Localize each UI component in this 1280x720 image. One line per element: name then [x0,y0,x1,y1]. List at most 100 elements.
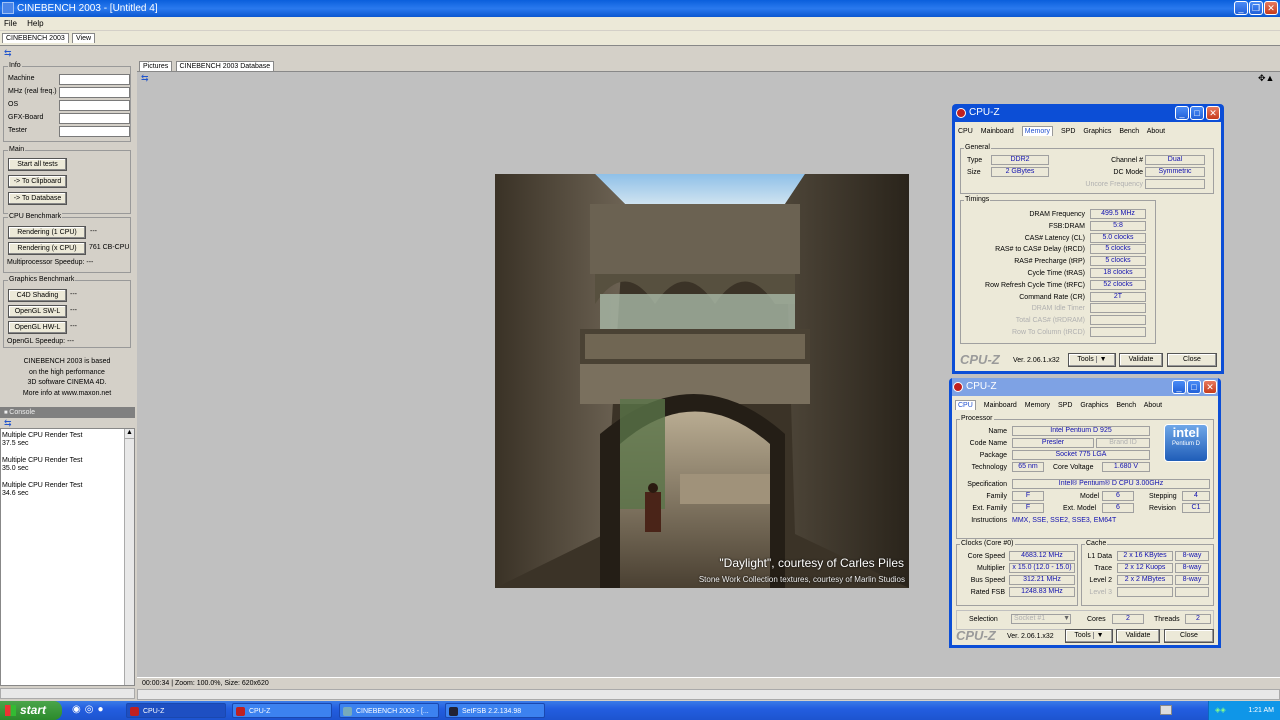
tab-spd[interactable]: SPD [1061,128,1075,135]
graphics-benchmark-group: Graphics Benchmark C4D Shading --- OpenG… [3,276,131,348]
console-entry-title: Multiple CPU Render Test [2,457,83,464]
start-all-tests-button[interactable]: Start all tests [8,158,67,171]
taskbar-item-cpuz-1[interactable]: CPU-Z [126,703,226,718]
start-button[interactable]: start [0,701,62,720]
to-clipboard-button[interactable]: -> To Clipboard [8,175,67,188]
code-name-label: Code Name [969,440,1007,447]
pin-icon[interactable]: ⇆ [4,48,12,59]
cpuz-cpu-title: CPU-Z [966,381,997,392]
rendering-xcpu-button[interactable]: Rendering (x CPU) [8,242,86,255]
window-title: CINEBENCH 2003 - [Untitled 4] [17,3,158,14]
taskbar-item-setfsb[interactable]: SetFSB 2.2.134.98 [445,703,545,718]
technology-value: 65 nm [1012,462,1044,472]
timing-label: DRAM Idle Timer [1031,305,1085,313]
tab-spd[interactable]: SPD [1058,402,1072,409]
validate-button[interactable]: Validate [1116,629,1160,643]
viewer-pin-icon[interactable]: ⇆ [141,73,149,84]
tab-memory[interactable]: Memory [1021,126,1054,136]
timings-label: Timings [964,196,991,203]
cinebench-app-icon [343,707,352,716]
tab-mainboard[interactable]: Mainboard [984,402,1017,409]
restore-icon[interactable]: ❐ [1249,1,1263,15]
opengl-swl-button[interactable]: OpenGL SW-L [8,305,67,318]
about-line-1: CINEBENCH 2003 is based [23,358,111,365]
minimize-icon[interactable]: _ [1234,1,1248,15]
socket-select[interactable]: Socket #1 ▼ [1011,614,1071,624]
family-label: Family [986,493,1007,500]
type-label: Type [967,157,983,164]
move-icon[interactable]: ✥▲ [1258,73,1274,84]
c4d-shading-button[interactable]: C4D Shading [8,289,67,302]
taskbar-item-cpuz-2[interactable]: CPU-Z [232,703,332,718]
close-icon[interactable]: ✕ [1203,380,1217,394]
tab-bench[interactable]: Bench [1119,128,1139,135]
tab-cinebench-database[interactable]: CINEBENCH 2003 Database [175,61,275,71]
mhz-field[interactable] [59,87,130,98]
tab-cinebench[interactable]: CINEBENCH 2003 [2,33,69,43]
render-caption-title: "Daylight", courtesy of Carles Piles [719,556,904,570]
name-label: Name [988,428,1007,435]
tab-about[interactable]: About [1144,402,1162,409]
package-value: Socket 775 LGA [1012,450,1150,460]
console-scrollbar[interactable]: ▲ [124,429,134,685]
minimize-icon[interactable]: _ [1175,106,1189,120]
gfx-board-field[interactable] [59,113,130,124]
maximize-icon[interactable]: □ [1190,106,1204,120]
timing-value [1090,327,1146,337]
dropdown-arrow-icon[interactable]: ▼ [1092,632,1104,639]
to-database-button[interactable]: -> To Database [8,192,67,205]
rendering-1cpu-button[interactable]: Rendering (1 CPU) [8,226,86,239]
close-button[interactable]: Close [1164,629,1214,643]
cpuz-app-icon [236,707,245,716]
memory-general-group: General Type DDR2 Size 2 GBytes Channel … [960,144,1214,194]
tab-mainboard[interactable]: Mainboard [981,128,1014,135]
ext-model-value: 6 [1102,503,1134,513]
trace-way-value: 8-way [1175,563,1209,573]
opengl-hwl-button[interactable]: OpenGL HW-L [8,321,67,334]
console-entry-title: Multiple CPU Render Test [2,482,83,489]
tab-bench[interactable]: Bench [1116,402,1136,409]
machine-field[interactable] [59,74,130,85]
tab-view[interactable]: View [71,33,96,43]
tab-pictures[interactable]: Pictures [139,61,173,71]
network-icon[interactable]: ◈◈ [1215,701,1226,720]
close-icon[interactable]: ✕ [1264,1,1278,15]
windows-flag-icon [5,705,16,716]
tab-cpu[interactable]: CPU [955,400,976,410]
model-label: Model [1080,493,1100,500]
top-tab-row: CINEBENCH 2003 View [0,31,1280,46]
timing-label: Command Rate (CR) [1019,293,1085,301]
dc-mode-label: DC Mode [1113,169,1143,176]
keyboard-icon[interactable] [1160,705,1172,715]
console-output[interactable]: Multiple CPU Render Test 37.5 sec Multip… [0,428,135,686]
tools-button[interactable]: Tools ▼ [1065,629,1113,643]
scroll-up-icon[interactable]: ▲ [125,429,134,439]
dropdown-arrow-icon[interactable]: ▼ [1095,356,1107,363]
minimize-icon[interactable]: _ [1172,380,1186,394]
quick-launch-icons[interactable]: ◉◎● [72,704,108,715]
tab-cpu[interactable]: CPU [958,128,973,135]
chevron-down-icon[interactable]: ▼ [1063,615,1070,623]
viewer-hscrollbar[interactable] [137,689,1280,700]
tab-graphics[interactable]: Graphics [1080,402,1108,409]
tab-graphics[interactable]: Graphics [1083,128,1111,135]
instructions-value: MMX, SSE, SSE2, SSE3, EM64T [1012,517,1117,524]
close-icon[interactable]: ✕ [1206,106,1220,120]
package-label: Package [979,452,1007,459]
validate-button[interactable]: Validate [1119,353,1163,367]
memory-timings-group: Timings DRAM Frequency 499.5 MHz FSB:DRAM 5… [960,196,1156,344]
console-hscrollbar[interactable] [0,688,135,699]
timing-value: 5 clocks [1090,256,1146,267]
menu-file[interactable]: File [0,19,21,28]
tester-field[interactable] [59,126,130,137]
tester-label: Tester [8,127,28,134]
taskbar-item-cinebench[interactable]: CINEBENCH 2003 - [... [339,703,439,718]
maximize-icon[interactable]: □ [1187,380,1201,394]
tab-about[interactable]: About [1147,128,1165,135]
tools-button[interactable]: Tools ▼ [1068,353,1116,367]
close-button[interactable]: Close [1167,353,1217,367]
tab-memory[interactable]: Memory [1025,402,1050,409]
os-field[interactable] [59,100,130,111]
main-group-label: Main [8,146,26,153]
menu-help[interactable]: Help [23,19,47,28]
